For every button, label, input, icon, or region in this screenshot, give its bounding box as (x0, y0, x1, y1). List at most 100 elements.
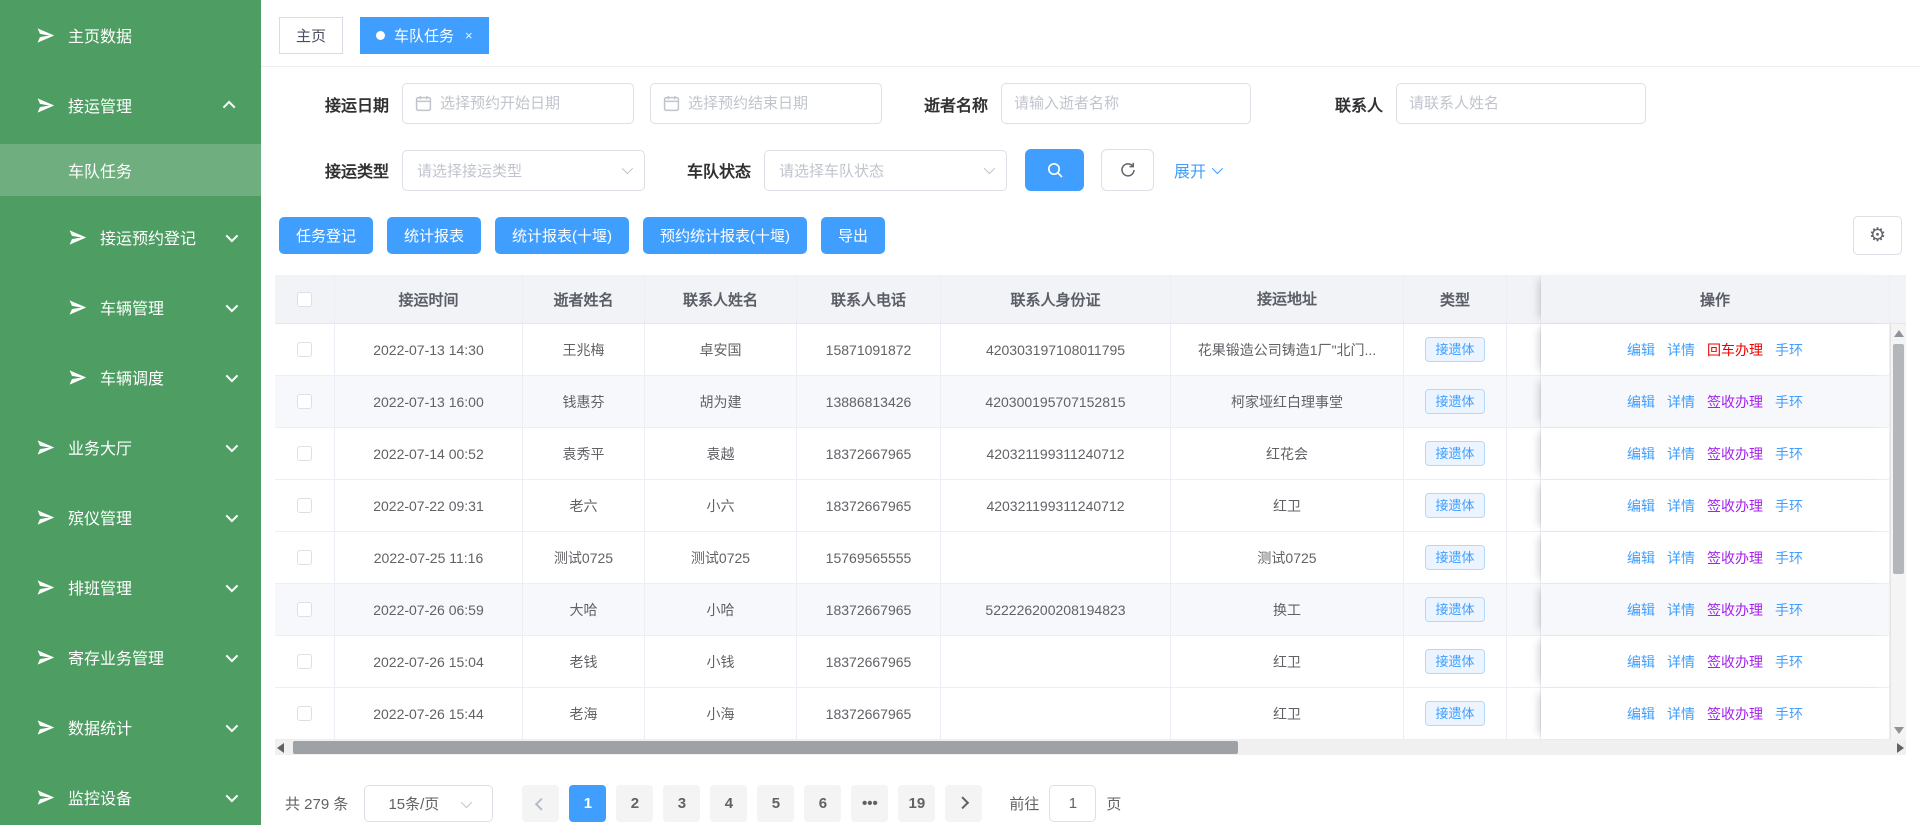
table-row: 2022-07-13 16:00钱惠芬胡为建138868134264203001… (275, 376, 1906, 428)
select-all-checkbox[interactable] (297, 292, 312, 307)
sidebar-item-车辆调度[interactable]: 车辆调度 (0, 342, 261, 412)
scroll-down-icon[interactable] (1894, 727, 1904, 734)
action-link-详情[interactable]: 详情 (1667, 496, 1695, 516)
page-button-3[interactable]: 3 (663, 785, 700, 822)
sidebar-item-监控设备[interactable]: 监控设备 (0, 762, 261, 825)
date-start-input[interactable] (402, 83, 634, 124)
horizontal-scroll-thumb[interactable] (293, 741, 1238, 754)
action-link-编辑[interactable]: 编辑 (1627, 496, 1655, 516)
date-end-input[interactable] (650, 83, 882, 124)
action-link-详情[interactable]: 详情 (1667, 340, 1695, 360)
action-link-详情[interactable]: 详情 (1667, 704, 1695, 724)
action-link-详情[interactable]: 详情 (1667, 652, 1695, 672)
action-link-签收办理[interactable]: 签收办理 (1707, 444, 1763, 464)
column-settings-button[interactable]: ⚙ (1853, 216, 1902, 255)
deceased-name-field[interactable] (1014, 95, 1238, 112)
tab-home[interactable]: 主页 (279, 17, 343, 54)
action-link-详情[interactable]: 详情 (1667, 444, 1695, 464)
row-checkbox[interactable] (297, 706, 312, 721)
date-start-field[interactable] (440, 95, 621, 112)
cell-actions: 编辑详情签收办理手环 (1541, 584, 1890, 635)
fleet-status-select[interactable]: 请选择车队状态 (764, 150, 1007, 191)
vertical-scrollbar[interactable] (1890, 324, 1906, 740)
action-link-编辑[interactable]: 编辑 (1627, 600, 1655, 620)
page-button-6[interactable]: 6 (804, 785, 841, 822)
sidebar-item-业务大厅[interactable]: 业务大厅 (0, 412, 261, 482)
action-link-编辑[interactable]: 编辑 (1627, 340, 1655, 360)
scroll-right-icon[interactable] (1897, 743, 1904, 753)
prev-page-button[interactable] (522, 785, 559, 822)
action-link-回车办理[interactable]: 回车办理 (1707, 340, 1763, 360)
page-button-2[interactable]: 2 (616, 785, 653, 822)
action-link-编辑[interactable]: 编辑 (1627, 652, 1655, 672)
deceased-name-input[interactable] (1001, 83, 1251, 124)
close-icon[interactable]: × (465, 28, 473, 43)
toolbar-button-统计报表[interactable]: 统计报表 (387, 217, 481, 254)
page-button-4[interactable]: 4 (710, 785, 747, 822)
sidebar-item-label: 接运管理 (68, 93, 132, 117)
action-link-手环[interactable]: 手环 (1775, 652, 1803, 672)
action-link-编辑[interactable]: 编辑 (1627, 392, 1655, 412)
sidebar-item-主页数据[interactable]: 主页数据 (0, 0, 261, 70)
contact-field[interactable] (1409, 95, 1633, 112)
row-checkbox[interactable] (297, 602, 312, 617)
tab-fleet-task[interactable]: 车队任务 × (360, 17, 489, 54)
action-link-手环[interactable]: 手环 (1775, 340, 1803, 360)
page-size-select[interactable]: 15条/页 (364, 785, 493, 822)
page-button-5[interactable]: 5 (757, 785, 794, 822)
page-ellipsis[interactable]: ••• (851, 785, 888, 822)
action-link-手环[interactable]: 手环 (1775, 600, 1803, 620)
action-link-签收办理[interactable]: 签收办理 (1707, 548, 1763, 568)
sidebar-item-车队任务[interactable]: 车队任务 (0, 144, 261, 196)
scroll-up-icon[interactable] (1894, 330, 1904, 337)
toolbar-button-预约统计报表(十堰)[interactable]: 预约统计报表(十堰) (643, 217, 807, 254)
action-link-详情[interactable]: 详情 (1667, 392, 1695, 412)
goto-page-input[interactable] (1049, 785, 1096, 822)
action-link-详情[interactable]: 详情 (1667, 600, 1695, 620)
row-checkbox[interactable] (297, 394, 312, 409)
action-link-编辑[interactable]: 编辑 (1627, 444, 1655, 464)
cell-deceased-name: 王兆梅 (523, 324, 645, 375)
sidebar-item-车辆管理[interactable]: 车辆管理 (0, 272, 261, 342)
action-link-手环[interactable]: 手环 (1775, 496, 1803, 516)
action-link-手环[interactable]: 手环 (1775, 392, 1803, 412)
pickup-type-select[interactable]: 请选择接运类型 (402, 150, 645, 191)
refresh-button[interactable] (1101, 149, 1154, 191)
horizontal-scrollbar[interactable] (275, 740, 1906, 755)
action-link-手环[interactable]: 手环 (1775, 704, 1803, 724)
row-checkbox[interactable] (297, 446, 312, 461)
row-checkbox[interactable] (297, 654, 312, 669)
action-link-编辑[interactable]: 编辑 (1627, 704, 1655, 724)
sidebar-item-寄存业务管理[interactable]: 寄存业务管理 (0, 622, 261, 692)
action-link-签收办理[interactable]: 签收办理 (1707, 600, 1763, 620)
action-link-签收办理[interactable]: 签收办理 (1707, 496, 1763, 516)
action-link-手环[interactable]: 手环 (1775, 548, 1803, 568)
date-end-field[interactable] (688, 95, 869, 112)
sidebar-item-排班管理[interactable]: 排班管理 (0, 552, 261, 622)
page-button-19[interactable]: 19 (898, 785, 935, 822)
action-link-签收办理[interactable]: 签收办理 (1707, 652, 1763, 672)
sidebar-item-接运管理[interactable]: 接运管理 (0, 70, 261, 140)
row-checkbox[interactable] (297, 342, 312, 357)
action-link-签收办理[interactable]: 签收办理 (1707, 392, 1763, 412)
sidebar-item-接运预约登记[interactable]: 接运预约登记 (0, 202, 261, 272)
next-page-button[interactable] (945, 785, 982, 822)
row-checkbox[interactable] (297, 550, 312, 565)
vertical-scroll-thumb[interactable] (1893, 344, 1904, 574)
sidebar-item-殡仪管理[interactable]: 殡仪管理 (0, 482, 261, 552)
contact-input[interactable] (1396, 83, 1646, 124)
toolbar-button-任务登记[interactable]: 任务登记 (279, 217, 373, 254)
cell-contact-name: 小海 (645, 688, 797, 739)
sidebar-item-数据统计[interactable]: 数据统计 (0, 692, 261, 762)
action-link-手环[interactable]: 手环 (1775, 444, 1803, 464)
scroll-left-icon[interactable] (277, 743, 284, 753)
expand-link[interactable]: 展开 (1174, 158, 1220, 182)
toolbar-button-导出[interactable]: 导出 (821, 217, 885, 254)
toolbar-button-统计报表(十堰)[interactable]: 统计报表(十堰) (495, 217, 629, 254)
search-button[interactable] (1025, 149, 1084, 191)
action-link-编辑[interactable]: 编辑 (1627, 548, 1655, 568)
action-link-签收办理[interactable]: 签收办理 (1707, 704, 1763, 724)
row-checkbox[interactable] (297, 498, 312, 513)
page-button-1[interactable]: 1 (569, 785, 606, 822)
action-link-详情[interactable]: 详情 (1667, 548, 1695, 568)
